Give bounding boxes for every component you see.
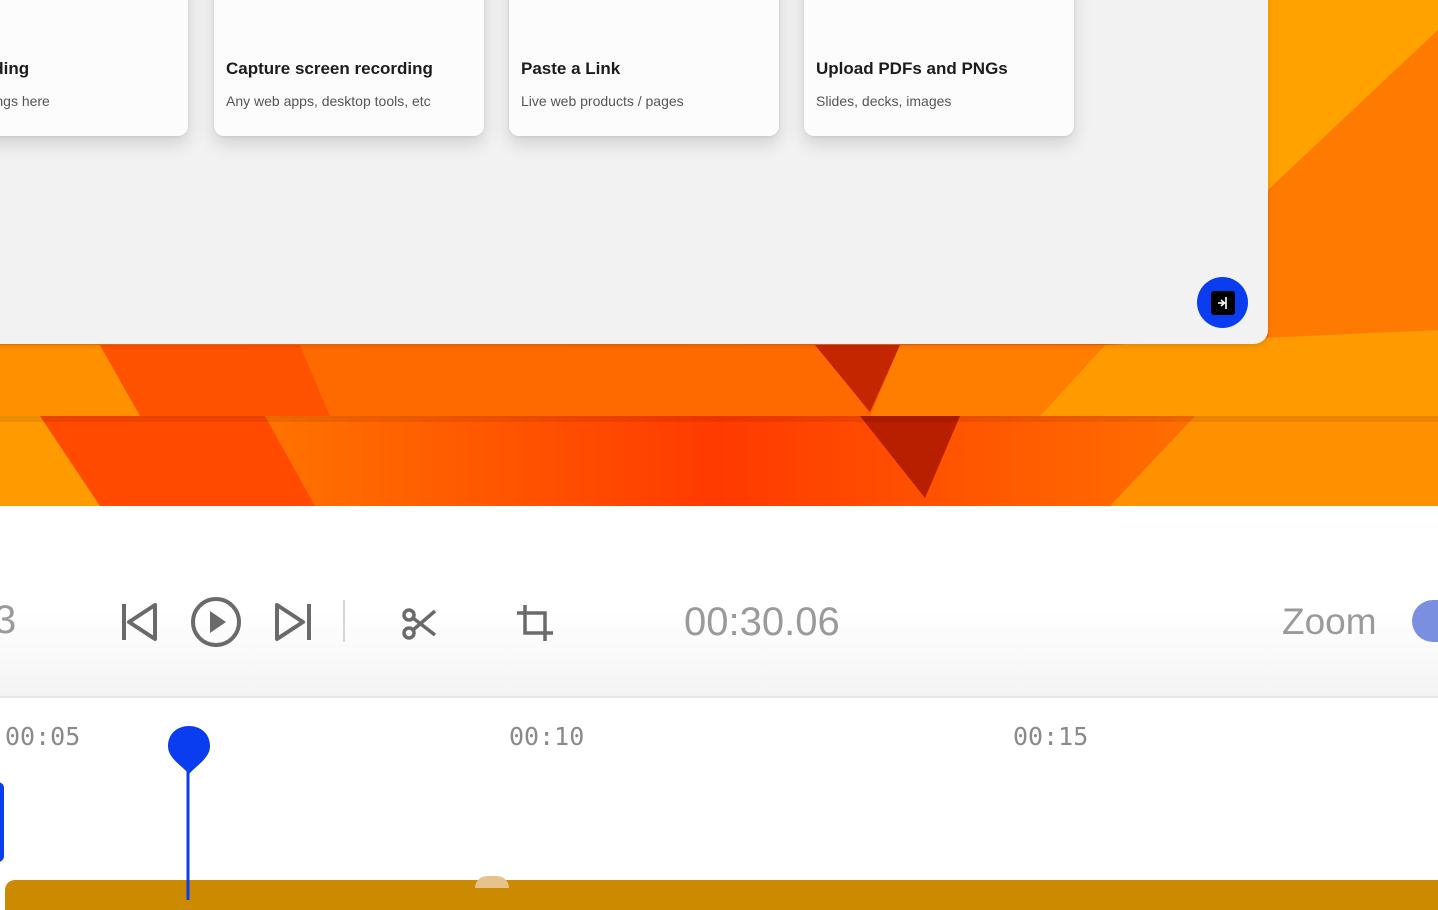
timeline-tick-label: 00:10: [509, 722, 585, 751]
video-preview: n Recording ing recordings here Capture …: [0, 0, 1438, 506]
timeline-tick-label: 00:15: [1013, 722, 1089, 751]
toolbar-left-fragment: 3: [0, 598, 17, 642]
arrow-expand-icon: [1210, 290, 1235, 315]
capture-screen-recording-card[interactable]: Capture screen recording Any web apps, d…: [214, 0, 484, 136]
track-knob[interactable]: [475, 876, 509, 888]
card-title: Capture screen recording: [226, 59, 433, 78]
card-title: Upload PDFs and PNGs: [816, 59, 1008, 78]
timeline[interactable]: 00:05 00:10 00:15: [0, 698, 1438, 910]
crop-button[interactable]: [512, 600, 558, 646]
upload-pdfs-card[interactable]: Upload PDFs and PNGs Slides, decks, imag…: [804, 0, 1074, 136]
play-button[interactable]: [190, 596, 242, 648]
card-title: Paste a Link: [521, 59, 621, 78]
card-subtitle: Any web apps, desktop tools, etc: [226, 93, 431, 109]
card-subtitle: ing recordings here: [0, 93, 50, 109]
crop-icon: [517, 605, 553, 641]
skip-forward-button[interactable]: [268, 598, 318, 646]
current-timecode: 00:30.06: [684, 600, 840, 644]
zoom-toggle[interactable]: [1412, 600, 1438, 642]
zoom-label: Zoom: [1282, 601, 1377, 642]
cut-button[interactable]: [396, 600, 442, 646]
toolbar-divider: [343, 600, 345, 642]
skip-forward-icon: [275, 603, 311, 641]
import-recording-card[interactable]: n Recording ing recordings here: [0, 0, 188, 136]
card-subtitle: Slides, decks, images: [816, 93, 952, 109]
expand-button[interactable]: [1197, 277, 1248, 328]
skip-back-icon: [122, 603, 157, 641]
paste-link-card[interactable]: Paste a Link Live web products / pages: [509, 0, 779, 136]
card-title: n Recording: [0, 59, 30, 78]
card-subtitle: Live web products / pages: [521, 93, 684, 109]
clip-trim-handle[interactable]: [0, 782, 4, 862]
project-panel: n Recording ing recordings here Capture …: [0, 0, 1268, 344]
scissors-icon: [402, 608, 437, 640]
skip-back-button[interactable]: [114, 598, 164, 646]
playback-toolbar: 3 00:30.06 Zoom: [0, 506, 1438, 698]
play-icon: [191, 597, 241, 647]
playhead[interactable]: [166, 724, 212, 900]
video-track-clip[interactable]: [5, 876, 1438, 910]
timeline-tick-label: 00:05: [5, 722, 81, 751]
